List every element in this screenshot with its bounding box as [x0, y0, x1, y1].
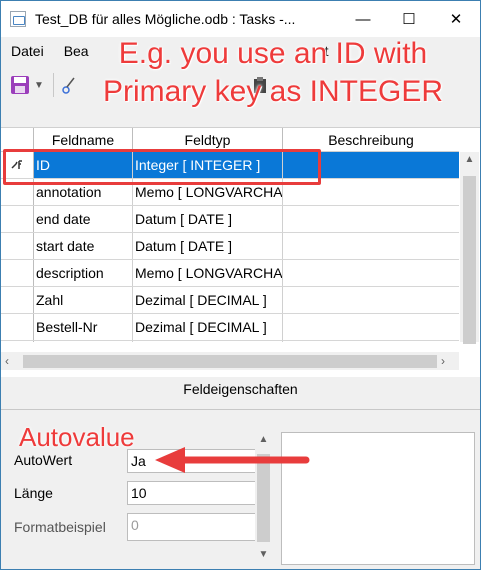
field-type-cell[interactable]: Dezimal [ DECIMAL ]	[133, 314, 283, 340]
scroll-left-icon[interactable]: ‹	[5, 352, 19, 370]
menu-datei[interactable]: Datei	[1, 43, 54, 59]
scroll-up-icon[interactable]: ▲	[255, 434, 272, 445]
scroll-down-icon[interactable]: ▼	[255, 549, 272, 560]
field-name-cell[interactable]: end date	[34, 206, 133, 232]
field-name-cell[interactable]: start date	[34, 233, 133, 259]
database-app-icon	[10, 11, 26, 27]
save-dropdown-icon[interactable]: ▼	[31, 74, 47, 96]
field-name-cell[interactable]: description	[34, 260, 133, 286]
title-bar: Test_DB für alles Mögliche.odb : Tasks -…	[1, 1, 480, 37]
table-row[interactable]	[1, 341, 459, 342]
formatbeispiel-label: Formatbeispiel	[14, 519, 106, 535]
properties-title: Feldeigenschaften	[183, 381, 298, 397]
row-selector[interactable]	[1, 341, 34, 342]
primary-key-highlight-box	[3, 149, 321, 185]
annotation-arrow-icon	[155, 447, 310, 473]
field-name-cell[interactable]	[34, 341, 133, 342]
field-name-cell[interactable]: Zahl	[34, 287, 133, 313]
annotation-autovalue: Autovalue	[19, 422, 135, 452]
scroll-right-icon[interactable]: ›	[441, 352, 455, 370]
table-row[interactable]: end date Datum [ DATE ]	[1, 206, 459, 233]
field-description-cell[interactable]	[283, 206, 459, 232]
maximize-button[interactable]: ☐	[386, 1, 432, 37]
table-row[interactable]: start date Datum [ DATE ]	[1, 233, 459, 260]
field-description-cell[interactable]	[283, 314, 459, 340]
formatbeispiel-field: 0	[127, 513, 259, 541]
table-row[interactable]: Bestell-Nr Dezimal [ DECIMAL ]	[1, 314, 459, 341]
scrollbar-thumb[interactable]	[463, 176, 476, 344]
close-button[interactable]: ✕	[432, 1, 480, 37]
laenge-field[interactable]: 10	[127, 481, 259, 505]
field-type-cell[interactable]: Dezimal [ DECIMAL ]	[133, 287, 283, 313]
grid-horizontal-scrollbar[interactable]: ‹ ›	[1, 352, 459, 370]
grid-vertical-scrollbar[interactable]: ▲	[460, 152, 479, 344]
field-description-cell[interactable]	[283, 260, 459, 286]
save-icon[interactable]	[9, 74, 31, 96]
field-description-cell[interactable]	[283, 287, 459, 313]
row-selector[interactable]	[1, 260, 34, 286]
row-selector[interactable]	[1, 233, 34, 259]
field-description-cell[interactable]	[283, 233, 459, 259]
autowert-label: AutoWert	[14, 452, 73, 468]
field-name-cell[interactable]: Bestell-Nr	[34, 314, 133, 340]
window-controls: — ☐ ✕	[340, 1, 480, 37]
scroll-up-icon[interactable]: ▲	[460, 154, 479, 170]
laenge-label: Länge	[14, 485, 53, 501]
row-selector[interactable]	[1, 314, 34, 340]
annotation-headline: E.g. you use an ID with Primary key as I…	[102, 37, 444, 108]
field-description-cell[interactable]	[283, 341, 459, 342]
field-type-cell[interactable]: Datum [ DATE ]	[133, 206, 283, 232]
row-selector[interactable]	[1, 206, 34, 232]
field-type-cell[interactable]: Datum [ DATE ]	[133, 233, 283, 259]
field-type-cell[interactable]: Memo [ LONGVARCHA	[133, 260, 283, 286]
app-window: Test_DB für alles Mögliche.odb : Tasks -…	[0, 0, 481, 570]
table-row[interactable]: Zahl Dezimal [ DECIMAL ]	[1, 287, 459, 314]
cut-icon[interactable]	[59, 74, 79, 96]
properties-divider	[1, 409, 480, 410]
window-title: Test_DB für alles Mögliche.odb : Tasks -…	[35, 11, 296, 27]
table-row[interactable]: description Memo [ LONGVARCHA	[1, 260, 459, 287]
scrollbar-thumb[interactable]	[23, 355, 437, 368]
field-type-cell[interactable]	[133, 341, 283, 342]
row-selector[interactable]	[1, 287, 34, 313]
minimize-button[interactable]: —	[340, 1, 386, 37]
